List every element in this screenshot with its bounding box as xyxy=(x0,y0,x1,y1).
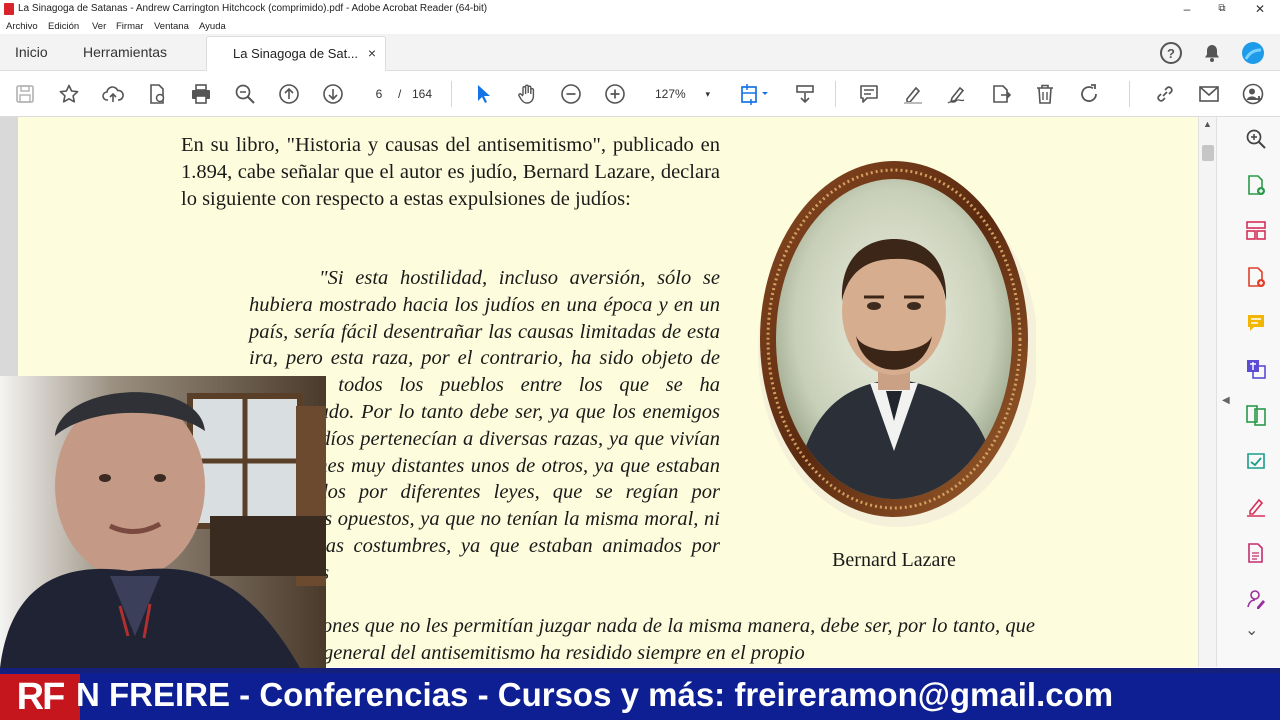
document-properties-button[interactable] xyxy=(143,80,171,108)
request-signatures-icon[interactable] xyxy=(1245,588,1271,614)
vertical-scrollbar[interactable]: ▲ xyxy=(1198,117,1216,667)
total-pages: 164 xyxy=(412,87,433,101)
bookmark-star-button[interactable] xyxy=(55,80,83,108)
restore-button[interactable]: ⧉ xyxy=(1205,0,1239,18)
tab-document[interactable]: La Sinagoga de Sat... × xyxy=(206,36,386,72)
tab-home[interactable]: Inicio xyxy=(15,44,48,60)
portrait-caption: Bernard Lazare xyxy=(832,549,956,571)
menu-firmar[interactable]: Firmar xyxy=(116,21,143,32)
webcam-overlay-video xyxy=(0,376,326,668)
rotate-icon[interactable] xyxy=(1075,80,1103,108)
send-for-review-icon[interactable] xyxy=(1245,450,1271,476)
page-separator: / xyxy=(398,87,402,101)
toolbar-divider xyxy=(451,81,452,107)
current-page-input[interactable]: 6 xyxy=(364,83,394,105)
select-cursor-icon[interactable] xyxy=(469,80,497,108)
translate-pdf-icon[interactable] xyxy=(1245,358,1271,384)
menu-bar: Archivo Edición Ver Firmar Ventana Ayuda xyxy=(0,18,1280,34)
hand-tool-icon[interactable] xyxy=(513,80,541,108)
minimize-button[interactable]: – xyxy=(1170,0,1204,18)
comment-panel-icon[interactable] xyxy=(1245,312,1271,338)
close-window-button[interactable]: ✕ xyxy=(1243,0,1277,18)
scrollbar-thumb[interactable] xyxy=(1202,145,1214,161)
comment-icon[interactable] xyxy=(855,80,883,108)
body-paragraph: En su libro, "Historia y causas del anti… xyxy=(181,134,720,210)
ticker-text: N FREIRE - Conferencias - Cursos y más: … xyxy=(76,676,1114,713)
channel-logo: RF xyxy=(0,674,80,720)
scroll-mode-icon[interactable] xyxy=(791,80,819,108)
notifications-bell-icon[interactable] xyxy=(1201,42,1223,64)
previous-page-button[interactable] xyxy=(275,80,303,108)
chevron-down-icon: ▾ xyxy=(705,89,710,99)
title-bar: La Sinagoga de Satanas - Andrew Carringt… xyxy=(0,0,1280,18)
edit-export-icon[interactable] xyxy=(987,80,1015,108)
upload-cloud-button[interactable] xyxy=(99,80,127,108)
acrobat-window: La Sinagoga de Satanas - Andrew Carringt… xyxy=(0,0,1280,720)
add-user-icon[interactable] xyxy=(1239,80,1267,108)
help-icon[interactable]: ? xyxy=(1160,42,1182,64)
tab-close-button[interactable]: × xyxy=(368,45,376,61)
right-tools-panel: ◀ ⌄ xyxy=(1216,117,1280,667)
organize-pages-icon[interactable] xyxy=(1245,220,1271,246)
svg-text:?: ? xyxy=(1167,46,1175,61)
menu-ver[interactable]: Ver xyxy=(92,21,106,32)
print-button[interactable] xyxy=(187,80,215,108)
export-pdf-icon[interactable] xyxy=(1245,174,1271,200)
zoom-value: 127% xyxy=(655,87,686,101)
menu-archivo[interactable]: Archivo xyxy=(6,21,38,32)
compare-files-icon[interactable] xyxy=(1245,404,1271,430)
zoom-out-button[interactable] xyxy=(557,80,585,108)
window-title: La Sinagoga de Satanas - Andrew Carringt… xyxy=(18,3,488,14)
menu-edicion[interactable]: Edición xyxy=(48,21,79,32)
protect-pdf-icon[interactable] xyxy=(1245,542,1271,568)
fill-sign-icon[interactable] xyxy=(1245,496,1271,522)
next-page-button[interactable] xyxy=(319,80,347,108)
create-pdf-icon[interactable] xyxy=(1245,266,1271,292)
zoom-dropdown[interactable]: 127% ▾ xyxy=(650,83,714,105)
account-avatar[interactable] xyxy=(1242,42,1264,64)
toolbar-divider xyxy=(1129,81,1130,107)
email-icon[interactable] xyxy=(1195,80,1223,108)
zoom-in-button[interactable] xyxy=(601,80,629,108)
tab-bar: Inicio Herramientas La Sinagoga de Sat..… xyxy=(0,34,1280,72)
search-panel-icon[interactable] xyxy=(1245,128,1271,154)
share-link-icon[interactable] xyxy=(1151,80,1179,108)
delete-trash-icon[interactable] xyxy=(1031,80,1059,108)
search-zoom-icon[interactable] xyxy=(231,80,259,108)
tab-document-label: La Sinagoga de Sat... xyxy=(233,46,359,61)
more-tools-chevron-icon[interactable]: ⌄ xyxy=(1245,620,1271,646)
acrobat-pdf-icon xyxy=(4,3,14,15)
banner-top-stripe xyxy=(0,668,1280,673)
toolbar-divider xyxy=(835,81,836,107)
menu-ventana[interactable]: Ventana xyxy=(154,21,189,32)
main-toolbar: 6 / 164 127% ▾ xyxy=(0,71,1280,117)
save-button[interactable] xyxy=(11,80,39,108)
page-fit-icon[interactable] xyxy=(735,80,773,108)
tab-tools[interactable]: Herramientas xyxy=(83,44,167,60)
highlight-pen-icon[interactable] xyxy=(899,80,927,108)
collapse-panel-icon[interactable]: ◀ xyxy=(1222,395,1230,406)
scroll-up-arrow-icon[interactable]: ▲ xyxy=(1203,119,1212,129)
quote-paragraph-continued: disposiciones que no les permitían juzga… xyxy=(249,615,1035,664)
bottom-ticker-banner: RF N FREIRE - Conferencias - Cursos y má… xyxy=(0,668,1280,720)
menu-ayuda[interactable]: Ayuda xyxy=(199,21,226,32)
sign-pen-icon[interactable] xyxy=(943,80,971,108)
oval-portrait-image xyxy=(758,161,1036,527)
